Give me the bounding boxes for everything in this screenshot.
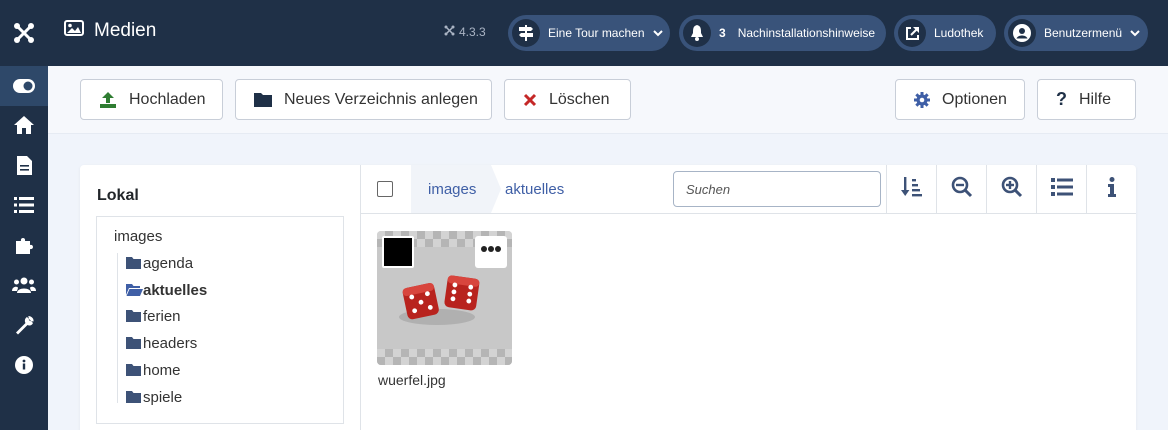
user-circle-icon xyxy=(1008,19,1036,47)
help-button[interactable]: ? Hilfe xyxy=(1037,79,1136,120)
help-label: Hilfe xyxy=(1079,90,1112,108)
tree-item-label: home xyxy=(143,361,181,379)
delete-button[interactable]: Löschen xyxy=(504,79,631,120)
file-actions-button[interactable] xyxy=(475,236,507,268)
tree-item-label: spiele xyxy=(143,388,183,406)
more-options-icon xyxy=(480,243,502,262)
breadcrumb-separator-icon xyxy=(491,165,501,213)
tree-item-label: aktuelles xyxy=(143,281,208,299)
post-install-label: Nachinstallationshinweise xyxy=(737,26,876,40)
tree-guide-line xyxy=(117,253,118,403)
tree-item-label: ferien xyxy=(143,307,181,325)
file-name: wuerfel.jpg xyxy=(378,372,446,388)
version-text: 4.3.3 xyxy=(459,25,486,39)
info-button[interactable] xyxy=(1086,165,1136,213)
options-button[interactable]: Optionen xyxy=(895,79,1025,120)
tree-item-label: agenda xyxy=(143,254,194,272)
folder-open-icon xyxy=(126,284,143,296)
user-menu-button[interactable]: Benutzermenü xyxy=(1004,15,1148,51)
zoom-out-button[interactable] xyxy=(936,165,986,213)
joomla-small-icon xyxy=(444,25,455,39)
site-link-button[interactable]: Ludothek xyxy=(894,15,996,51)
user-menu-label: Benutzermenü xyxy=(1044,26,1123,40)
delete-label: Löschen xyxy=(549,90,610,108)
tour-label: Eine Tour machen xyxy=(548,26,645,40)
folder-icon xyxy=(126,391,143,403)
new-folder-label: Neues Verzeichnis anlegen xyxy=(284,90,478,108)
chevron-down-icon xyxy=(652,26,663,40)
close-x-icon xyxy=(523,93,537,107)
folder-icon xyxy=(126,364,143,376)
toolbar: Hochladen Neues Verzeichnis anlegen Lösc… xyxy=(48,66,1168,134)
browser-toolbar: images aktuelles xyxy=(361,165,1136,214)
upload-icon xyxy=(99,91,117,109)
new-folder-button[interactable]: Neues Verzeichnis anlegen xyxy=(235,79,492,120)
question-mark-icon: ? xyxy=(1056,89,1067,109)
image-icon xyxy=(64,20,84,42)
folder-icon xyxy=(126,310,143,322)
upload-label: Hochladen xyxy=(129,90,206,108)
tree-item-ferien[interactable]: ferien xyxy=(126,307,181,325)
upload-button[interactable]: Hochladen xyxy=(80,79,223,120)
transparency-pattern xyxy=(377,349,512,365)
options-label: Optionen xyxy=(942,90,1007,108)
home-icon[interactable] xyxy=(0,105,48,145)
notification-count: 3 xyxy=(719,26,726,40)
tree-item-agenda[interactable]: agenda xyxy=(126,254,193,272)
tree-item-spiele[interactable]: spiele xyxy=(126,388,182,406)
extensions-puzzle-icon[interactable] xyxy=(0,225,48,265)
list-view-icon xyxy=(1050,177,1073,201)
gear-icon xyxy=(914,91,930,108)
folder-tree: images agenda aktuelles ferien headers h… xyxy=(96,216,344,424)
site-label: Ludothek xyxy=(934,26,984,40)
external-link-icon xyxy=(898,19,926,47)
folder-icon xyxy=(126,257,143,269)
media-manager-panel: Lokal images agenda aktuelles ferien hea… xyxy=(80,165,1136,430)
zoom-in-button[interactable] xyxy=(986,165,1036,213)
breadcrumb: images aktuelles xyxy=(411,165,611,213)
tree-item-aktuelles[interactable]: aktuelles xyxy=(126,281,207,299)
zoom-out-icon xyxy=(951,176,973,203)
sidebar xyxy=(0,0,48,430)
folder-tree-panel: Lokal images agenda aktuelles ferien hea… xyxy=(80,165,361,430)
breadcrumb-item[interactable]: aktuelles xyxy=(505,165,564,213)
file-card[interactable] xyxy=(377,231,512,365)
post-install-messages-button[interactable]: 3 Nachinstallationshinweise xyxy=(679,15,886,51)
tree-item-headers[interactable]: headers xyxy=(126,334,197,352)
tour-button[interactable]: Eine Tour machen xyxy=(508,15,670,51)
breadcrumb-item[interactable]: images xyxy=(428,165,476,213)
toggle-menu-icon[interactable] xyxy=(0,66,48,106)
tree-root[interactable]: images xyxy=(114,228,162,245)
folder-icon xyxy=(254,92,272,107)
select-all-checkbox[interactable] xyxy=(377,181,393,197)
help-info-icon[interactable] xyxy=(0,345,48,385)
system-wrench-icon[interactable] xyxy=(0,305,48,345)
file-select-checkbox[interactable] xyxy=(382,236,414,268)
page-title: Medien xyxy=(64,20,156,42)
version-badge: 4.3.3 xyxy=(444,25,486,39)
tree-item-home[interactable]: home xyxy=(126,361,181,379)
sort-button[interactable] xyxy=(886,165,936,213)
sort-icon xyxy=(900,176,923,202)
page-title-text: Medien xyxy=(94,20,157,41)
signpost-icon xyxy=(512,19,540,47)
search-input[interactable] xyxy=(673,171,881,207)
folder-icon xyxy=(126,337,143,349)
content-icon[interactable] xyxy=(0,145,48,185)
zoom-in-icon xyxy=(1001,176,1023,203)
bell-icon xyxy=(683,19,711,47)
chevron-down-icon xyxy=(1130,26,1140,40)
list-view-button[interactable] xyxy=(1036,165,1086,213)
joomla-logo-icon[interactable] xyxy=(0,0,48,66)
menus-list-icon[interactable] xyxy=(0,185,48,225)
users-icon[interactable] xyxy=(0,265,48,305)
info-icon xyxy=(1107,176,1116,202)
header: Medien 4.3.3 Eine Tour machen 3 Nachinst… xyxy=(48,0,1168,66)
tree-title: Lokal xyxy=(97,187,139,204)
tree-item-label: headers xyxy=(143,334,198,352)
